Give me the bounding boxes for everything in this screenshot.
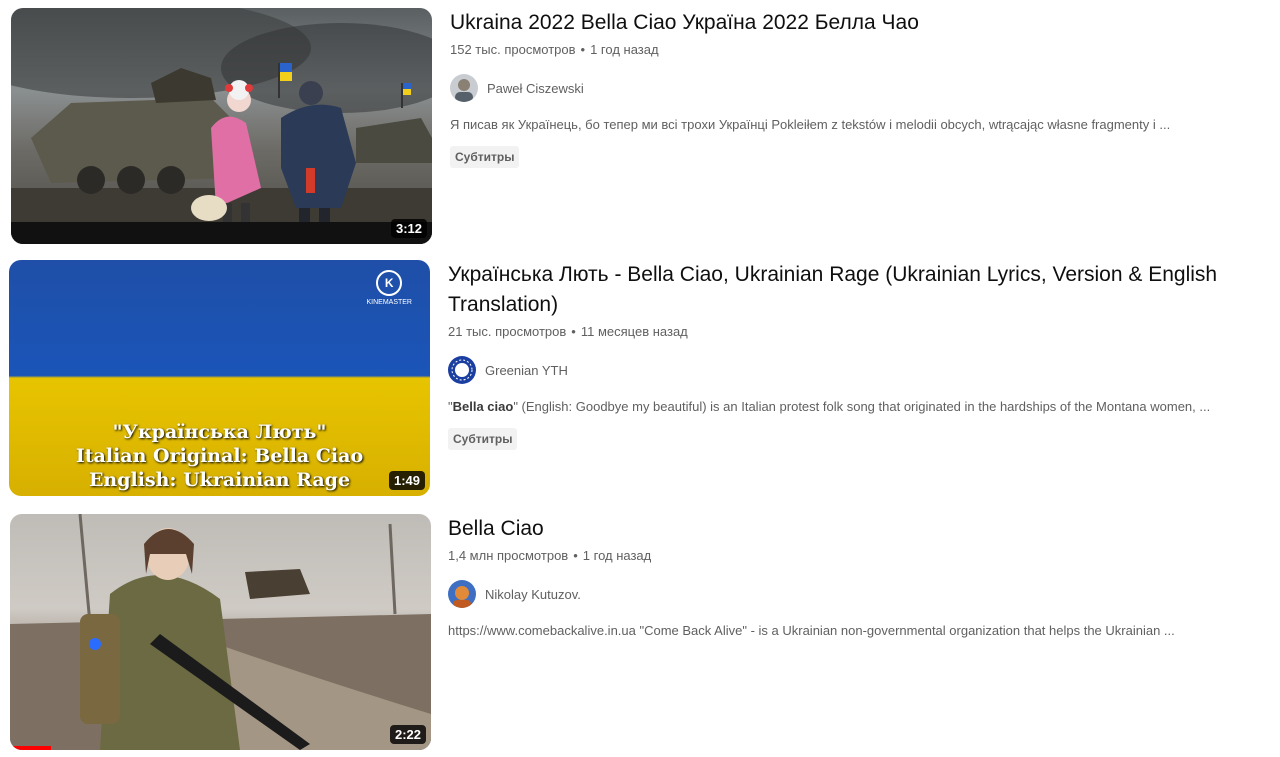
avatar[interactable] — [448, 580, 476, 608]
duration-badge: 2:22 — [389, 725, 426, 744]
view-count: 21 тыс. просмотров — [448, 324, 567, 339]
video-meta: 152 тыс. просмотров • 1 год назад — [450, 42, 1280, 60]
thumbnail-image — [10, 514, 431, 750]
thumbnail-caption: "Українська Лють" Italian Original: Bell… — [9, 420, 430, 492]
description-highlight: Bella ciao — [452, 399, 514, 414]
avatar[interactable] — [450, 74, 478, 102]
thumbnail-image — [11, 8, 432, 244]
channel-link[interactable]: Nikolay Kutuzov. — [448, 579, 1280, 609]
avatar[interactable] — [448, 356, 476, 384]
video-title[interactable]: Українська Лють - Bella Ciao, Ukrainian … — [448, 260, 1238, 320]
video-description: "Bella ciao" (English: Goodbye my beauti… — [448, 399, 1268, 417]
video-meta: 21 тыс. просмотров • 11 месяцев назад — [448, 324, 1280, 342]
channel-name[interactable]: Nikolay Kutuzov. — [485, 587, 581, 602]
video-title[interactable]: Ukraina 2022 Bella Ciao Україна 2022 Бел… — [450, 8, 1240, 38]
video-thumbnail[interactable]: K KINEMASTER "Українська Лють" Italian O… — [9, 260, 430, 496]
video-title[interactable]: Bella Ciao — [448, 514, 1238, 544]
video-result: 3:12 Ukraina 2022 Bella Ciao Україна 202… — [0, 8, 1280, 248]
video-meta: 1,4 млн просмотров • 1 год назад — [448, 548, 1280, 566]
caption-line: English: Ukrainian Rage — [88, 469, 351, 491]
video-info: Українська Лють - Bella Ciao, Ukrainian … — [448, 260, 1280, 450]
video-thumbnail[interactable]: 3:12 — [11, 8, 432, 244]
channel-name[interactable]: Paweł Ciszewski — [487, 81, 584, 96]
video-thumbnail[interactable]: 2:22 — [10, 514, 431, 750]
duration-badge: 3:12 — [390, 219, 427, 238]
upload-age: 1 год назад — [582, 548, 652, 563]
upload-age: 11 месяцев назад — [580, 324, 688, 339]
caption-line: "Українська Лють" — [112, 421, 327, 443]
view-count: 152 тыс. просмотров — [450, 42, 576, 57]
subtitles-badge: Субтитры — [448, 428, 518, 450]
channel-link[interactable]: Greenian YTH — [448, 355, 1280, 385]
view-count: 1,4 млн просмотров — [448, 548, 569, 563]
video-description: Я писав як Українець, бо тепер ми всі тр… — [450, 117, 1171, 132]
description-text: " (English: Goodbye my beautiful) is an … — [513, 399, 1211, 414]
meta-separator: • — [573, 548, 578, 563]
watch-progress-bar — [10, 746, 51, 750]
caption-line: Italian Original: Bella Ciao — [75, 445, 364, 467]
channel-link[interactable]: Paweł Ciszewski — [450, 73, 1280, 103]
video-info: Bella Ciao 1,4 млн просмотров • 1 год наза… — [448, 514, 1280, 641]
meta-separator: • — [571, 324, 576, 339]
subtitles-badge: Субтитры — [450, 146, 520, 168]
video-result: K KINEMASTER "Українська Лють" Italian O… — [0, 260, 1280, 500]
video-result: 2:22 Bella Ciao 1,4 млн просмотров • 1 год… — [0, 514, 1280, 754]
video-description: https://www.comebackalive.in.ua "Come Ba… — [448, 623, 1175, 638]
meta-separator: • — [580, 42, 586, 57]
video-info: Ukraina 2022 Bella Ciao Україна 2022 Бел… — [450, 8, 1280, 168]
watermark-text: KINEMASTER — [366, 299, 412, 306]
kinemaster-logo-icon: K — [376, 270, 403, 296]
channel-name[interactable]: Greenian YTH — [485, 363, 568, 378]
duration-badge: 1:49 — [388, 471, 425, 490]
upload-age: 1 год назад — [590, 42, 659, 57]
kinemaster-watermark: K KINEMASTER — [366, 270, 412, 306]
